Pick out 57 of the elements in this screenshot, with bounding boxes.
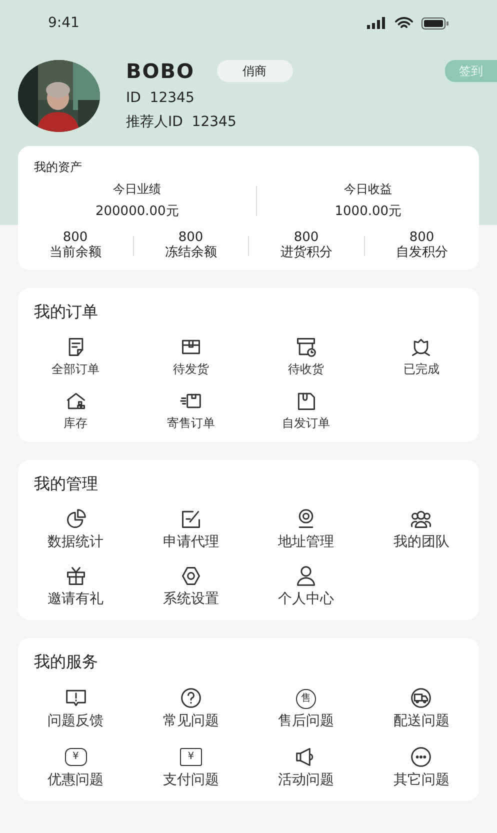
- role-tag: 俏商: [216, 60, 292, 82]
- stat-label: 今日收益: [344, 181, 392, 198]
- menu-item[interactable]: 已完成: [364, 328, 479, 382]
- settings-icon: [180, 564, 202, 587]
- menu-item[interactable]: 申请代理: [133, 500, 248, 557]
- stat-value: 800: [178, 230, 204, 245]
- stat-value: 800: [294, 230, 319, 246]
- signal-icon: [367, 17, 387, 29]
- menu-item[interactable]: 问题反馈: [18, 678, 134, 736]
- sale-icon: 售: [296, 688, 316, 709]
- wifi-icon: [395, 16, 413, 30]
- help-icon: [180, 686, 202, 709]
- menu-item[interactable]: 常见问题: [133, 678, 248, 736]
- stat-value: 800: [409, 230, 434, 246]
- stat-value: 800: [62, 230, 88, 245]
- menu-item[interactable]: 待收货: [248, 328, 364, 382]
- section-title: 我的订单: [33, 300, 99, 323]
- menu-item[interactable]: 全部订单: [18, 328, 134, 382]
- menu-item[interactable]: 自发订单: [248, 382, 364, 436]
- stat-label: 当前余额: [49, 245, 102, 262]
- pie-chart-icon: [64, 508, 87, 530]
- menu-item[interactable]: 配送问题: [364, 678, 479, 736]
- gift-icon: [64, 564, 87, 587]
- person-icon: [295, 564, 318, 587]
- battery-icon: [421, 16, 449, 30]
- menu-item[interactable]: 数据统计: [18, 500, 134, 557]
- menu-item[interactable]: ¥ 支付问题: [133, 736, 248, 795]
- coupon-icon: ¥: [64, 748, 87, 766]
- menu-item[interactable]: 邀请有礼: [18, 556, 134, 614]
- stat-label: 自发积分: [396, 245, 448, 262]
- menu-item[interactable]: 待发货: [133, 328, 248, 382]
- menu-item[interactable]: 其它问题: [364, 736, 479, 795]
- menu-item[interactable]: 个人中心: [248, 556, 364, 614]
- menu-item[interactable]: 寄售订单: [133, 382, 248, 436]
- box-clock-icon: [295, 336, 318, 358]
- referrer-id: 推荐人ID 12345: [126, 113, 238, 132]
- payment-icon: ¥: [180, 748, 202, 766]
- menu-item[interactable]: 活动问题: [248, 736, 364, 795]
- stat-value: 1000.00元: [334, 203, 402, 221]
- stat-label: 今日业绩: [113, 181, 162, 198]
- menu-item[interactable]: 系统设置: [133, 556, 248, 614]
- stat-value: 200000.00元: [95, 203, 179, 221]
- status-time: 9:41: [48, 14, 80, 32]
- menu-item[interactable]: 地址管理: [248, 500, 364, 557]
- stat-label: 进货积分: [280, 245, 332, 262]
- truck-icon: [410, 686, 432, 709]
- menu-item[interactable]: ¥ 优惠问题: [18, 736, 134, 795]
- section-title: 我的管理: [33, 472, 99, 495]
- menu-item[interactable]: 我的团队: [364, 500, 479, 557]
- menu-item[interactable]: 库存: [18, 382, 134, 436]
- stat-label: 冻结余额: [164, 245, 217, 262]
- user-id: ID 12345: [126, 89, 196, 108]
- section-title: 我的服务: [33, 650, 99, 673]
- menu-item[interactable]: 售 售后问题: [248, 678, 364, 736]
- card-title: 我的资产: [33, 159, 83, 176]
- user-name: BOBO: [126, 61, 194, 81]
- more-icon: [410, 746, 432, 768]
